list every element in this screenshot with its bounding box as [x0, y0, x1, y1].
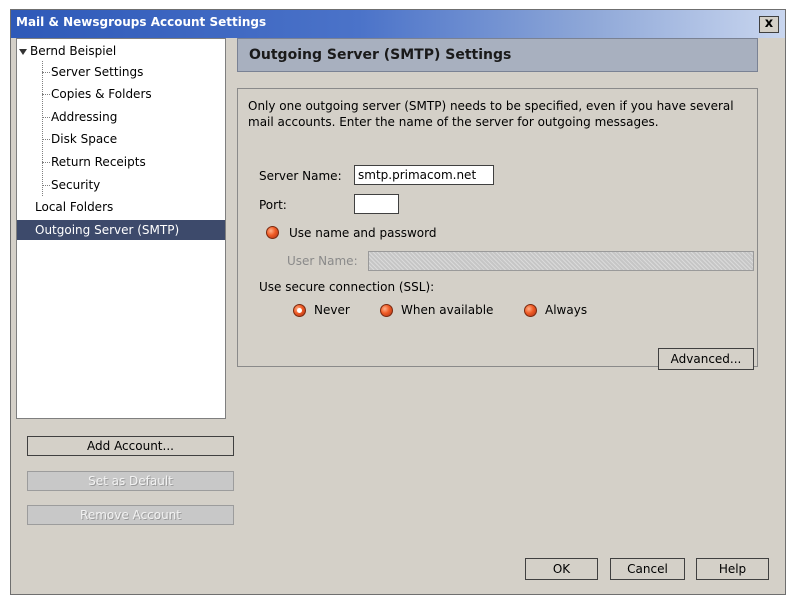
- ssl-when-available-radio[interactable]: [380, 304, 393, 317]
- user-name-label: User Name:: [287, 254, 358, 268]
- tree-item-label: Server Settings: [51, 65, 144, 79]
- tree-connector: [42, 185, 50, 186]
- ssl-never-label: Never: [314, 303, 350, 317]
- tree-item-label: Security: [51, 178, 101, 192]
- tree-item-outgoing-server[interactable]: Outgoing Server (SMTP): [17, 220, 225, 240]
- button-label: Advanced...: [670, 352, 742, 366]
- button-label: Add Account...: [87, 439, 174, 453]
- tree-item-copies-folders[interactable]: Copies & Folders: [51, 84, 152, 104]
- panel-header: Outgoing Server (SMTP) Settings: [237, 38, 758, 72]
- ssl-label: Use secure connection (SSL):: [259, 280, 435, 294]
- tree-item-disk-space[interactable]: Disk Space: [51, 129, 117, 149]
- title-bar[interactable]: Mail & Newsgroups Account Settings x: [11, 10, 785, 38]
- tree-item-label: Addressing: [51, 110, 118, 124]
- cancel-button[interactable]: Cancel: [610, 558, 685, 580]
- use-name-password-label: Use name and password: [289, 226, 437, 240]
- button-label: Cancel: [627, 562, 668, 576]
- user-name-input[interactable]: [368, 251, 754, 271]
- tree-connector: [42, 162, 50, 163]
- tree-connector: [42, 139, 50, 140]
- tree-connector: [42, 117, 50, 118]
- button-label: Set as Default: [88, 474, 173, 488]
- ssl-never-radio[interactable]: [293, 304, 306, 317]
- tree-item-label: Return Receipts: [51, 155, 146, 169]
- tree-item-label: Disk Space: [51, 132, 118, 146]
- tree-item-local-folders[interactable]: Local Folders: [35, 197, 113, 217]
- use-name-password-checkbox[interactable]: [266, 226, 279, 239]
- advanced-button[interactable]: Advanced...: [658, 348, 754, 370]
- close-icon: x: [764, 16, 774, 31]
- button-label: Remove Account: [80, 508, 181, 522]
- button-label: OK: [552, 562, 571, 576]
- tree-connector: [42, 72, 50, 73]
- expand-triangle-icon[interactable]: [19, 48, 27, 55]
- ok-button[interactable]: OK: [525, 558, 598, 580]
- close-button[interactable]: x: [759, 16, 779, 33]
- server-name-input[interactable]: smtp.primacom.net: [354, 165, 494, 185]
- ssl-always-label: Always: [545, 303, 588, 317]
- ssl-always-radio[interactable]: [524, 304, 537, 317]
- window-title: Mail & Newsgroups Account Settings: [16, 15, 267, 29]
- server-name-label: Server Name:: [259, 169, 342, 183]
- tree-item-label: Copies & Folders: [51, 87, 152, 101]
- set-as-default-button[interactable]: Set as Default: [27, 471, 234, 491]
- tree-item-addressing[interactable]: Addressing: [51, 107, 117, 127]
- tree-connector: [42, 94, 50, 95]
- tree-item-account[interactable]: Bernd Beispiel: [19, 41, 116, 61]
- tree-item-server-settings[interactable]: Server Settings: [51, 62, 143, 82]
- tree-item-security[interactable]: Security: [51, 175, 100, 195]
- tree-connector: [42, 61, 43, 196]
- port-label: Port:: [259, 198, 287, 212]
- page-title: Outgoing Server (SMTP) Settings: [249, 47, 512, 63]
- panel-description: Only one outgoing server (SMTP) needs to…: [248, 99, 734, 129]
- button-label: Help: [718, 562, 747, 576]
- help-button[interactable]: Help: [696, 558, 769, 580]
- tree-item-return-receipts[interactable]: Return Receipts: [51, 152, 146, 172]
- account-tree[interactable]: Bernd Beispiel Server Settings Copies & …: [16, 38, 226, 419]
- port-input[interactable]: [354, 194, 399, 214]
- tree-item-label: Local Folders: [35, 200, 114, 214]
- add-account-button[interactable]: Add Account...: [27, 436, 234, 456]
- ssl-when-available-label: When available: [401, 303, 494, 317]
- tree-item-label: Outgoing Server (SMTP): [35, 223, 180, 237]
- tree-item-label: Bernd Beispiel: [30, 44, 117, 58]
- remove-account-button[interactable]: Remove Account: [27, 505, 234, 525]
